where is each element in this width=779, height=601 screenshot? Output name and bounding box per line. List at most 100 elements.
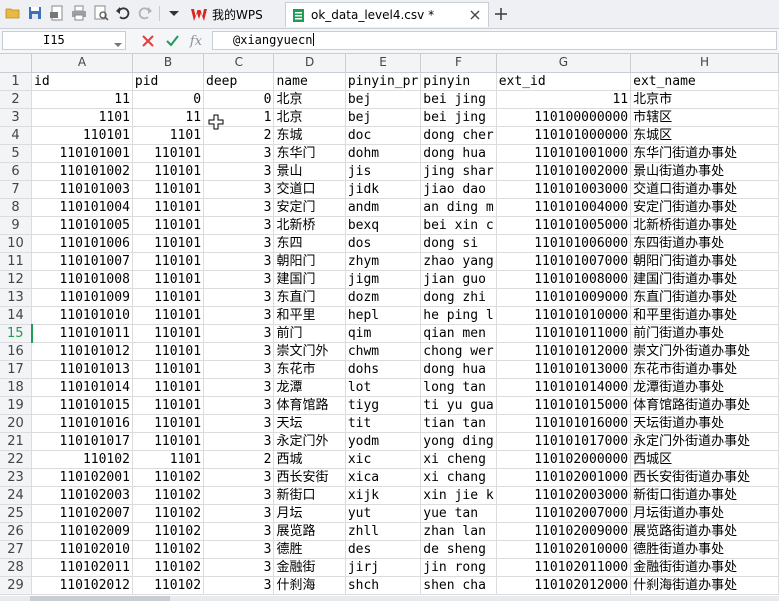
cell[interactable]: 永定门外街道办事处: [630, 432, 779, 451]
cell[interactable]: tiyg: [345, 396, 422, 415]
cell[interactable]: an ding m: [420, 198, 497, 217]
scrollbar-thumb[interactable]: [30, 596, 170, 601]
cell[interactable]: 110101014: [31, 378, 133, 397]
cell[interactable]: 110102001000: [496, 468, 632, 487]
cell[interactable]: 西城区: [630, 450, 779, 469]
cell[interactable]: 什刹海街道办事处: [630, 576, 779, 595]
cell[interactable]: 北京: [273, 90, 346, 109]
column-header-h[interactable]: H: [630, 54, 779, 73]
cell[interactable]: 天坛街道办事处: [630, 414, 779, 433]
cell[interactable]: xin jie k: [420, 486, 497, 505]
cell[interactable]: 3: [203, 378, 275, 397]
cell[interactable]: 金融街街道办事处: [630, 558, 779, 577]
cell[interactable]: 110100000000: [496, 108, 632, 127]
cell[interactable]: 1101: [31, 108, 133, 127]
cell[interactable]: 110102012000: [496, 576, 632, 595]
cell[interactable]: 交道口: [273, 180, 346, 199]
column-header-b[interactable]: B: [132, 54, 205, 73]
open-folder-icon[interactable]: [5, 5, 21, 21]
cell[interactable]: 110101: [132, 198, 205, 217]
cell[interactable]: chwm: [345, 342, 422, 361]
row-header[interactable]: 8: [0, 198, 33, 217]
cell[interactable]: 和平里: [273, 306, 346, 325]
cell[interactable]: 110101015: [31, 396, 133, 415]
worksheet-grid[interactable]: ABCDEFGH 1 id pid deep name pinyin_pr pinyin ex…: [0, 54, 779, 601]
row-header[interactable]: 21: [0, 432, 33, 451]
cell[interactable]: 110101003000: [496, 180, 632, 199]
row-header[interactable]: 23: [0, 468, 33, 487]
select-all-corner[interactable]: [0, 54, 33, 73]
cell[interactable]: 110101009000: [496, 288, 632, 307]
cell[interactable]: 110102012: [31, 576, 133, 595]
row-header[interactable]: 6: [0, 162, 33, 181]
cell[interactable]: dong zhi: [420, 288, 497, 307]
cell[interactable]: lot: [345, 378, 422, 397]
cell[interactable]: 110101016000: [496, 414, 632, 433]
row-header[interactable]: 17: [0, 360, 33, 379]
customize-toolbar-chevron-icon[interactable]: [166, 5, 182, 21]
cell[interactable]: jing shar: [420, 162, 497, 181]
cell[interactable]: 前门街道办事处: [630, 324, 779, 343]
cell[interactable]: xi chang: [420, 468, 497, 487]
row-header[interactable]: 29: [0, 576, 33, 595]
cell[interactable]: 3: [203, 396, 275, 415]
cell[interactable]: 110101: [132, 288, 205, 307]
row-header[interactable]: 15: [0, 324, 33, 343]
cell[interactable]: zhym: [345, 252, 422, 271]
cell[interactable]: 11: [496, 90, 632, 109]
cell[interactable]: 11: [132, 108, 205, 127]
cell[interactable]: 3: [203, 414, 275, 433]
cell[interactable]: 110101002000: [496, 162, 632, 181]
cell[interactable]: 北新桥街道办事处: [630, 216, 779, 235]
cell[interactable]: 1101: [132, 450, 205, 469]
cell[interactable]: 交道口街道办事处: [630, 180, 779, 199]
cell[interactable]: 110102: [132, 522, 205, 541]
cell[interactable]: 东城区: [630, 126, 779, 145]
cell[interactable]: 110102000000: [496, 450, 632, 469]
row-header[interactable]: 27: [0, 540, 33, 559]
cell[interactable]: bei jing: [420, 90, 497, 109]
cell[interactable]: 110101002: [31, 162, 133, 181]
confirm-edit-icon[interactable]: [164, 33, 180, 49]
row-header[interactable]: 7: [0, 180, 33, 199]
row-header[interactable]: 14: [0, 306, 33, 325]
cell[interactable]: 3: [203, 324, 275, 343]
row-header[interactable]: 20: [0, 414, 33, 433]
row-header[interactable]: 11: [0, 252, 33, 271]
cell[interactable]: 110101005: [31, 216, 133, 235]
cell[interactable]: xi cheng: [420, 450, 497, 469]
cell[interactable]: ext_id: [496, 72, 632, 91]
cell[interactable]: 110101003: [31, 180, 133, 199]
cell[interactable]: 110101010000: [496, 306, 632, 325]
cell[interactable]: 月坛街道办事处: [630, 504, 779, 523]
cell[interactable]: qim: [345, 324, 422, 343]
cell[interactable]: 东四街道办事处: [630, 234, 779, 253]
cell[interactable]: name: [273, 72, 346, 91]
horizontal-scrollbar[interactable]: [0, 596, 779, 601]
cell[interactable]: 110101017: [31, 432, 133, 451]
cell[interactable]: 0: [132, 90, 205, 109]
cell[interactable]: 3: [203, 288, 275, 307]
cell[interactable]: 110101: [132, 252, 205, 271]
cell[interactable]: dohm: [345, 144, 422, 163]
cell[interactable]: 天坛: [273, 414, 346, 433]
row-header[interactable]: 25: [0, 504, 33, 523]
cell[interactable]: 体育馆路: [273, 396, 346, 415]
cell[interactable]: pid: [132, 72, 205, 91]
cell[interactable]: 东华门街道办事处: [630, 144, 779, 163]
cell[interactable]: 展览路: [273, 522, 346, 541]
cell[interactable]: 月坛: [273, 504, 346, 523]
cell[interactable]: 110101004: [31, 198, 133, 217]
cell[interactable]: 3: [203, 180, 275, 199]
cell[interactable]: 东花市: [273, 360, 346, 379]
row-header[interactable]: 26: [0, 522, 33, 541]
cell[interactable]: yodm: [345, 432, 422, 451]
cell[interactable]: jin rong: [420, 558, 497, 577]
cell[interactable]: 11: [31, 90, 133, 109]
cell[interactable]: xica: [345, 468, 422, 487]
cell[interactable]: 110101: [132, 234, 205, 253]
cell[interactable]: 西长安街街道办事处: [630, 468, 779, 487]
cell[interactable]: 110102007: [31, 504, 133, 523]
cell[interactable]: 新街口: [273, 486, 346, 505]
row-header[interactable]: 1: [0, 72, 33, 91]
